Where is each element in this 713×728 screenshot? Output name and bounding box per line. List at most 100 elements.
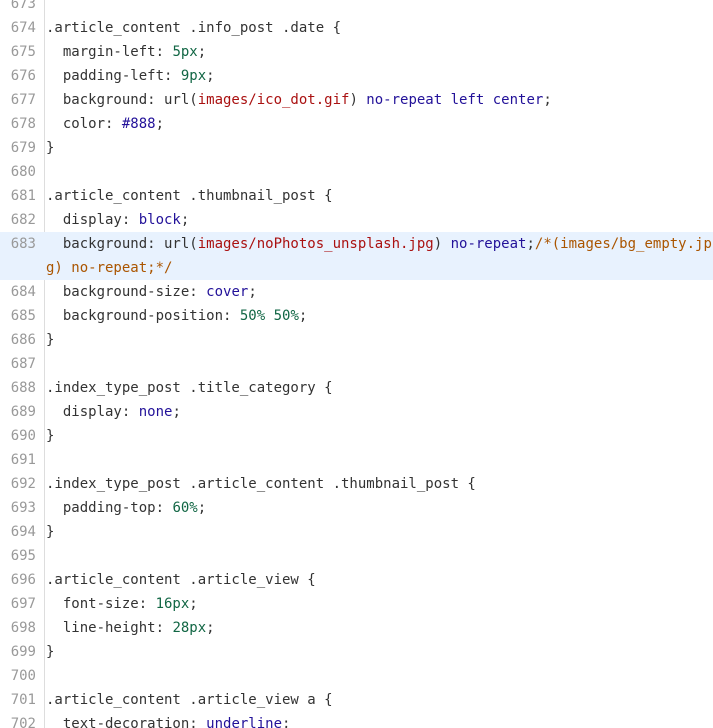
- line-number: 678: [10, 116, 36, 132]
- code-line[interactable]: 697 font-size: 16px;: [0, 592, 713, 616]
- line-code[interactable]: display: block;: [40, 208, 713, 232]
- line-number: 693: [10, 500, 36, 516]
- code-line[interactable]: 682 display: block;: [0, 208, 713, 232]
- line-code[interactable]: [40, 0, 713, 16]
- code-line[interactable]: 692 .index_type_post .article_content .th…: [0, 472, 713, 496]
- code-token: 50% 50%: [239, 308, 299, 324]
- line-code[interactable]: text-decoration: underline;: [40, 712, 713, 728]
- line-code[interactable]: }: [40, 136, 713, 160]
- line-code[interactable]: padding-left: 9px;: [40, 64, 713, 88]
- code-line[interactable]: 678 color: #888;: [0, 112, 713, 136]
- code-token: text-decoration:: [46, 716, 207, 728]
- code-line[interactable]: 674 .article_content .info_post .date {: [0, 16, 713, 40]
- code-token: display:: [46, 212, 139, 228]
- code-token: background: url(: [46, 236, 198, 252]
- line-code[interactable]: color: #888;: [40, 112, 713, 136]
- code-line[interactable]: 698 line-height: 28px;: [0, 616, 713, 640]
- code-token: 5px: [172, 44, 198, 60]
- line-code[interactable]: background: url(images/noPhotos_unsplash…: [40, 232, 713, 280]
- code-line[interactable]: 695: [0, 544, 713, 568]
- line-code[interactable]: [40, 544, 713, 568]
- code-line[interactable]: 687: [0, 352, 713, 376]
- line-code[interactable]: .article_content .info_post .date {: [40, 16, 713, 40]
- code-line[interactable]: 693 padding-top: 60%;: [0, 496, 713, 520]
- code-token: }: [46, 524, 55, 540]
- line-code[interactable]: padding-top: 60%;: [40, 496, 713, 520]
- code-token: .index_type_post .article_content .thumb…: [46, 476, 476, 492]
- code-token: no-repeat: [450, 236, 527, 252]
- code-token: ): [433, 236, 451, 252]
- code-line[interactable]: 681 .article_content .thumbnail_post {: [0, 184, 713, 208]
- line-code[interactable]: .index_type_post .article_content .thumb…: [40, 472, 713, 496]
- line-code[interactable]: background-position: 50% 50%;: [40, 304, 713, 328]
- line-code[interactable]: }: [40, 520, 713, 544]
- code-token: }: [46, 332, 55, 348]
- code-token: ;: [248, 284, 257, 300]
- code-token: font-size:: [46, 596, 156, 612]
- code-line[interactable]: 686}: [0, 328, 713, 352]
- code-lines[interactable]: 673 674 .article_content .info_post .date …: [0, 0, 713, 728]
- code-token: 60%: [172, 500, 198, 516]
- line-code[interactable]: .article_content .article_view {: [40, 568, 713, 592]
- line-number: 682: [10, 212, 36, 228]
- line-number: 686: [10, 332, 36, 348]
- code-editor[interactable]: 673 674 .article_content .info_post .date …: [0, 0, 713, 728]
- code-line[interactable]: 699}: [0, 640, 713, 664]
- code-line[interactable]: 701 .article_content .article_view a {: [0, 688, 713, 712]
- line-number: 697: [10, 596, 36, 612]
- code-token: ;: [189, 596, 198, 612]
- code-token: .article_content .info_post .date {: [46, 20, 342, 36]
- code-line[interactable]: 684 background-size: cover;: [0, 280, 713, 304]
- line-code[interactable]: [40, 664, 713, 688]
- line-code[interactable]: margin-left: 5px;: [40, 40, 713, 64]
- code-line[interactable]: 688 .index_type_post .title_category {: [0, 376, 713, 400]
- code-line[interactable]: 677 background: url(images/ico_dot.gif) …: [0, 88, 713, 112]
- code-line[interactable]: 702 text-decoration: underline;: [0, 712, 713, 728]
- code-line[interactable]: 676 padding-left: 9px;: [0, 64, 713, 88]
- code-line[interactable]: 700: [0, 664, 713, 688]
- code-token: padding-top:: [46, 500, 173, 516]
- code-line[interactable]: 683 background: url(images/noPhotos_unsp…: [0, 232, 713, 280]
- line-code[interactable]: [40, 160, 713, 184]
- line-number: 695: [10, 548, 36, 564]
- code-line[interactable]: 679}: [0, 136, 713, 160]
- line-code[interactable]: }: [40, 424, 713, 448]
- code-line[interactable]: 691: [0, 448, 713, 472]
- code-token: 16px: [155, 596, 190, 612]
- code-line[interactable]: 694}: [0, 520, 713, 544]
- code-token: background-position:: [46, 308, 240, 324]
- code-line[interactable]: 680: [0, 160, 713, 184]
- line-code[interactable]: .article_content .thumbnail_post {: [40, 184, 713, 208]
- line-code[interactable]: }: [40, 640, 713, 664]
- code-line[interactable]: 689 display: none;: [0, 400, 713, 424]
- code-token: color:: [46, 116, 122, 132]
- code-token: images/ico_dot.gif: [197, 92, 350, 108]
- code-line[interactable]: 690}: [0, 424, 713, 448]
- line-number: 701: [10, 692, 36, 708]
- line-code[interactable]: [40, 352, 713, 376]
- line-number: 700: [10, 668, 36, 684]
- line-number: 679: [10, 140, 36, 156]
- line-code[interactable]: .index_type_post .title_category {: [40, 376, 713, 400]
- code-line[interactable]: 685 background-position: 50% 50%;: [0, 304, 713, 328]
- line-code[interactable]: background-size: cover;: [40, 280, 713, 304]
- code-token: ;: [526, 236, 535, 252]
- line-code[interactable]: }: [40, 328, 713, 352]
- code-line[interactable]: 673: [0, 0, 713, 16]
- line-number: 692: [10, 476, 36, 492]
- code-token: ;: [180, 212, 190, 228]
- line-code[interactable]: font-size: 16px;: [40, 592, 713, 616]
- code-token: background-size:: [46, 284, 207, 300]
- line-number: 681: [10, 188, 36, 204]
- code-token: ): [349, 92, 367, 108]
- line-code[interactable]: .article_content .article_view a {: [40, 688, 713, 712]
- line-number: 684: [10, 284, 36, 300]
- code-line[interactable]: 675 margin-left: 5px;: [0, 40, 713, 64]
- line-number: 690: [10, 428, 36, 444]
- line-number: 689: [10, 404, 36, 420]
- code-line[interactable]: 696 .article_content .article_view {: [0, 568, 713, 592]
- line-code[interactable]: [40, 448, 713, 472]
- line-code[interactable]: line-height: 28px;: [40, 616, 713, 640]
- line-code[interactable]: display: none;: [40, 400, 713, 424]
- line-code[interactable]: background: url(images/ico_dot.gif) no-r…: [40, 88, 713, 112]
